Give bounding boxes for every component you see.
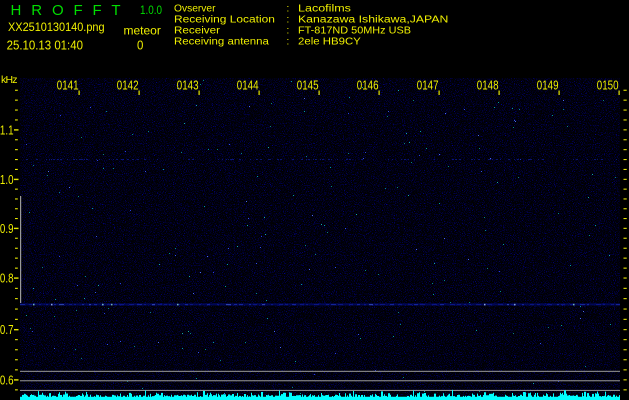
svg-text:XX2510130140.png: XX2510130140.png bbox=[8, 22, 105, 34]
svg-text:1.0: 1.0 bbox=[0, 173, 14, 188]
svg-text:0145: 0145 bbox=[297, 78, 319, 93]
svg-text:0.7: 0.7 bbox=[0, 323, 14, 338]
svg-text:0150: 0150 bbox=[597, 78, 619, 93]
svg-text:Lacofilms: Lacofilms bbox=[298, 4, 351, 14]
svg-text::: : bbox=[287, 4, 290, 15]
svg-text:meteor: meteor bbox=[124, 24, 161, 38]
svg-text:0.6: 0.6 bbox=[0, 373, 14, 388]
svg-text:1.1: 1.1 bbox=[0, 123, 14, 138]
svg-text:0149: 0149 bbox=[537, 78, 559, 93]
svg-text:H R O F F T: H R O F F T bbox=[11, 2, 121, 19]
svg-text:0143: 0143 bbox=[177, 78, 199, 93]
svg-text:FT-817ND 50MHz USB: FT-817ND 50MHz USB bbox=[298, 26, 411, 36]
svg-text::: : bbox=[287, 26, 290, 37]
svg-text:kHz: kHz bbox=[1, 74, 18, 86]
svg-text:Receiver: Receiver bbox=[174, 25, 220, 36]
svg-text:0.9: 0.9 bbox=[0, 222, 14, 237]
svg-text::: : bbox=[287, 37, 290, 48]
svg-text:0141: 0141 bbox=[57, 78, 79, 93]
svg-text:0147: 0147 bbox=[417, 78, 439, 93]
svg-text:0148: 0148 bbox=[477, 78, 499, 93]
svg-text::: : bbox=[287, 15, 290, 26]
svg-text:Receiving Location: Receiving Location bbox=[174, 14, 275, 25]
svg-text:0: 0 bbox=[137, 38, 143, 53]
svg-text:Receiving antenna: Receiving antenna bbox=[174, 36, 269, 47]
svg-text:0146: 0146 bbox=[357, 78, 379, 93]
svg-text:25.10.13 01:40: 25.10.13 01:40 bbox=[7, 38, 83, 53]
svg-text:Ovserver: Ovserver bbox=[174, 4, 216, 15]
svg-text:1.0.0: 1.0.0 bbox=[140, 4, 162, 17]
svg-text:2ele HB9CY: 2ele HB9CY bbox=[298, 36, 361, 47]
svg-text:0142: 0142 bbox=[117, 78, 139, 93]
svg-text:0.8: 0.8 bbox=[0, 271, 14, 286]
svg-text:Kanazawa Ishikawa,JAPAN: Kanazawa Ishikawa,JAPAN bbox=[298, 15, 448, 26]
svg-text:0144: 0144 bbox=[237, 78, 259, 93]
